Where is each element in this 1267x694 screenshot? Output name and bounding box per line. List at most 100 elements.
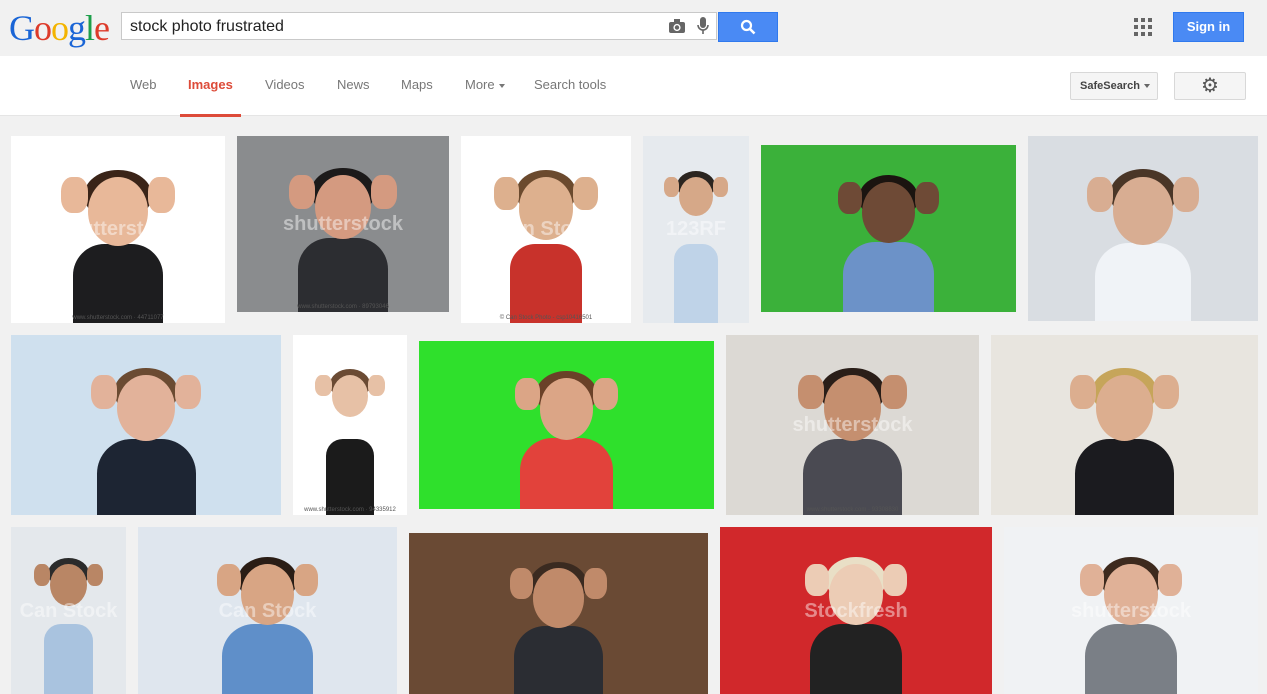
tab-web[interactable]: Web [130, 56, 157, 116]
watermark-text: shutterstock [57, 218, 179, 241]
figure-hand [1086, 176, 1114, 213]
image-result[interactable] [409, 533, 708, 694]
image-result[interactable] [1028, 136, 1258, 321]
search-button[interactable] [718, 12, 778, 42]
logo-letter: l [85, 8, 95, 48]
figure-body [298, 238, 388, 312]
search-box[interactable] [121, 12, 717, 40]
chevron-down-icon [1143, 84, 1150, 89]
logo-letter: o [34, 8, 52, 48]
figure-body [221, 623, 314, 694]
figure-hand [315, 374, 332, 397]
figure-body [510, 244, 582, 323]
figure-hand [216, 563, 241, 596]
figure-body [520, 438, 613, 509]
google-logo[interactable]: Google [9, 8, 110, 48]
search-input[interactable] [130, 17, 660, 37]
camera-icon[interactable] [668, 18, 686, 39]
image-result[interactable]: Stockfresh [720, 527, 992, 694]
figure-hand [371, 174, 397, 209]
figure-face [1113, 176, 1173, 245]
image-result[interactable]: 123RF [643, 136, 749, 323]
figure-hand [1172, 176, 1200, 213]
figure-body [73, 244, 163, 323]
figure-hand [663, 177, 680, 198]
tab-more-label: More [465, 77, 495, 92]
figure-hand [573, 177, 598, 210]
figure-hand [91, 374, 118, 410]
image-result[interactable] [991, 335, 1258, 515]
figure-face [679, 177, 713, 217]
watermark-text: 123RF [665, 218, 727, 241]
image-result[interactable]: Can Stock [138, 527, 397, 694]
watermark-text: Can Stock [218, 600, 317, 623]
figure-hand [797, 374, 824, 410]
figure-hand [584, 568, 608, 600]
image-result[interactable] [419, 341, 714, 509]
figure-hand [805, 563, 830, 596]
figure-body [326, 439, 374, 515]
figure-hand [174, 374, 201, 410]
figure-face [331, 374, 369, 417]
figure-body [803, 439, 902, 515]
settings-button[interactable]: ⚙ [1174, 72, 1246, 100]
tab-videos[interactable]: Videos [265, 56, 305, 116]
image-result[interactable]: shutterstock www.shutterstock.com · 44711… [11, 136, 225, 323]
figure-hand [593, 377, 618, 411]
figure-body [1075, 439, 1174, 515]
figure-body [673, 244, 719, 323]
watermark-text: Can Stock [497, 218, 595, 241]
safesearch-button[interactable]: SafeSearch [1070, 72, 1158, 100]
figure-hand [881, 374, 908, 410]
figure-hand [33, 563, 51, 586]
image-caption: www.shutterstock.com · 44711077 [72, 315, 164, 321]
image-result[interactable]: Can Stock [11, 527, 126, 694]
tab-images[interactable]: Images [180, 56, 241, 117]
logo-letter: g [68, 8, 86, 48]
figure-hand [712, 177, 729, 198]
figure-hand [494, 177, 519, 210]
tab-search-tools[interactable]: Search tools [534, 56, 606, 116]
figure-hand [294, 563, 319, 596]
figure-hand [882, 563, 907, 596]
figure-hand [509, 568, 533, 600]
image-result[interactable]: shutterstock www.shutterstock.com · 94335… [293, 335, 407, 515]
top-bar: Google Sign in [0, 0, 1267, 56]
figure-hand [1069, 374, 1096, 410]
figure-hand [86, 563, 104, 586]
image-result[interactable]: shutterstock www.shutterstock.com · 93308… [726, 335, 979, 515]
figure-hand [837, 181, 862, 214]
tab-news[interactable]: News [337, 56, 370, 116]
image-caption: www.shutterstock.com · 94335912 [304, 507, 396, 513]
watermark-text: Can Stock [19, 600, 118, 623]
microphone-icon[interactable] [696, 16, 710, 41]
figure-body [44, 623, 93, 694]
image-result[interactable]: Can Stock © Can Stock Photo - csp10416501 [461, 136, 631, 323]
tab-more[interactable]: More [465, 56, 505, 116]
figure-hand [289, 174, 315, 209]
figure-face [861, 181, 916, 244]
figure-body [1085, 623, 1177, 694]
image-result[interactable]: shutterstock www.shutterstock.com · 89793… [237, 136, 449, 312]
image-result[interactable]: shutterstock [1004, 527, 1258, 694]
figure-hand [1157, 563, 1182, 596]
figure-body [842, 241, 935, 312]
figure-hand [515, 377, 540, 411]
image-caption: www.shutterstock.com · 89793046 [297, 304, 389, 310]
watermark-text: shutterstock [293, 414, 407, 437]
tab-maps[interactable]: Maps [401, 56, 433, 116]
image-result[interactable] [11, 335, 281, 515]
figure-body [96, 439, 196, 515]
gear-icon: ⚙ [1201, 75, 1219, 97]
logo-letter: e [94, 8, 110, 48]
search-icon [740, 19, 756, 35]
apps-grid-icon[interactable] [1134, 18, 1152, 36]
watermark-text: Stockfresh [804, 600, 908, 623]
figure-face [532, 568, 585, 628]
figure-body [514, 626, 603, 694]
search-nav-bar: Web Images Videos News Maps More Search … [0, 56, 1267, 117]
figure-hand [61, 177, 89, 214]
watermark-text: shutterstock [792, 414, 913, 437]
sign-in-button[interactable]: Sign in [1173, 12, 1244, 42]
image-result[interactable] [761, 145, 1016, 312]
